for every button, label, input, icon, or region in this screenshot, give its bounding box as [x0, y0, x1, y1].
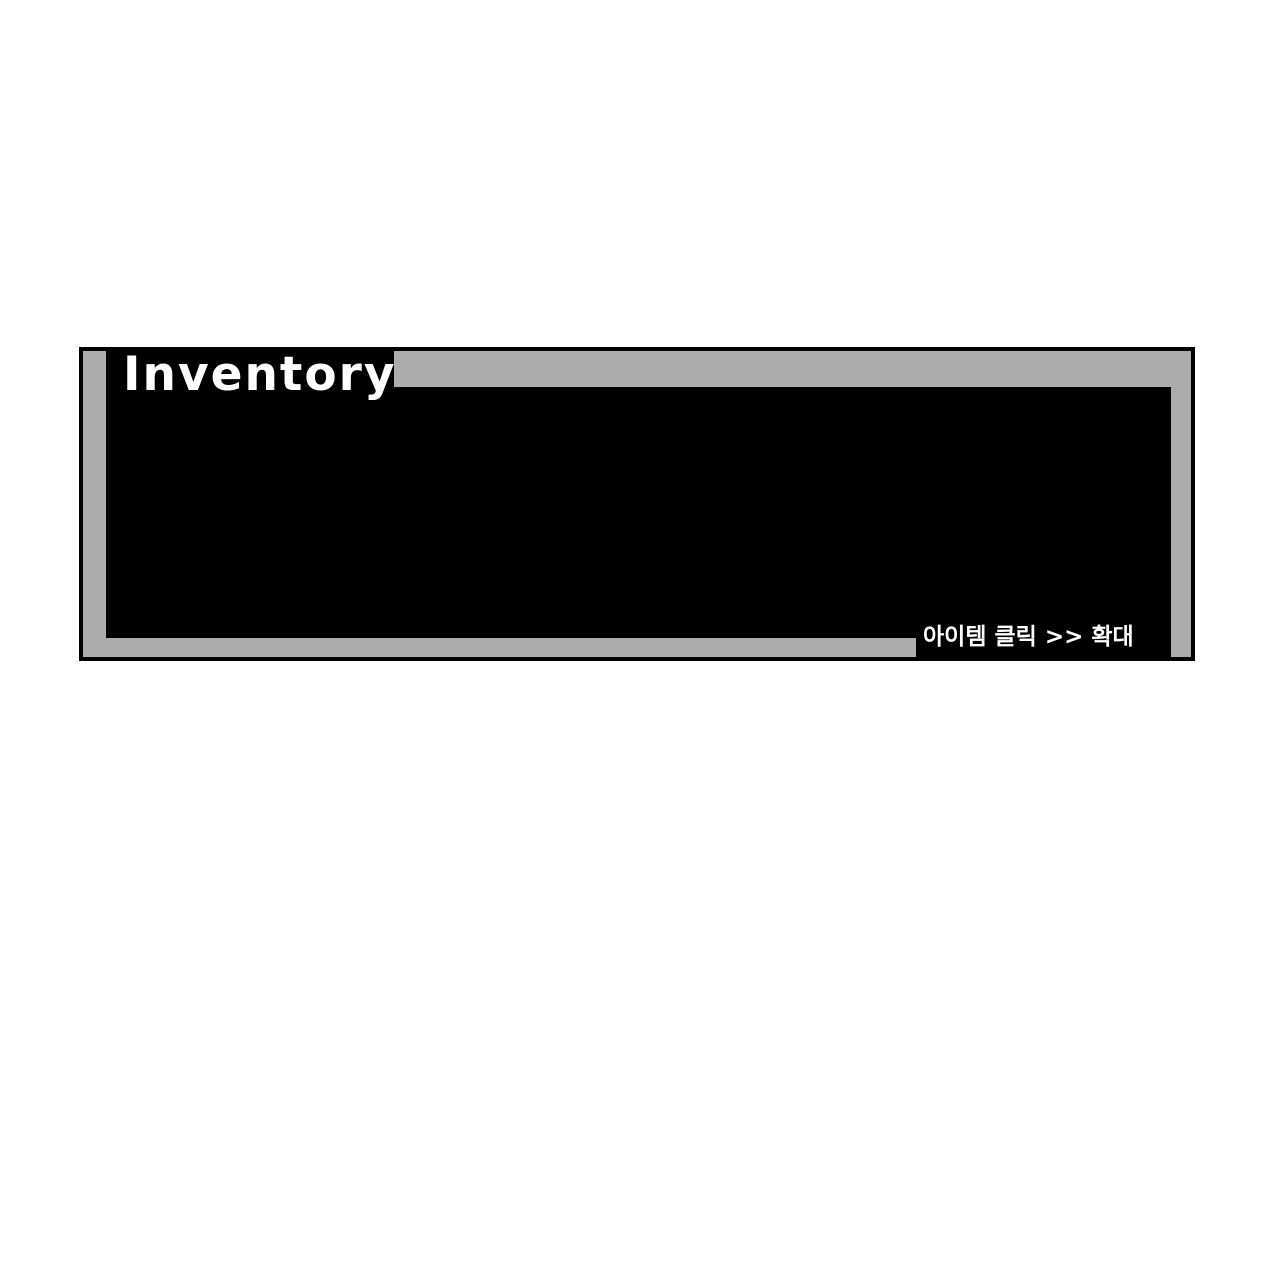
inventory-title: Inventory — [123, 347, 397, 402]
game-screen: Inventory 아이템 클릭 >> 확대 — [0, 0, 1280, 1280]
inventory-panel: Inventory 아이템 클릭 >> 확대 — [79, 347, 1195, 661]
inventory-slot-area[interactable] — [106, 387, 1171, 638]
inventory-hint: 아이템 클릭 >> 확대 — [923, 624, 1134, 650]
